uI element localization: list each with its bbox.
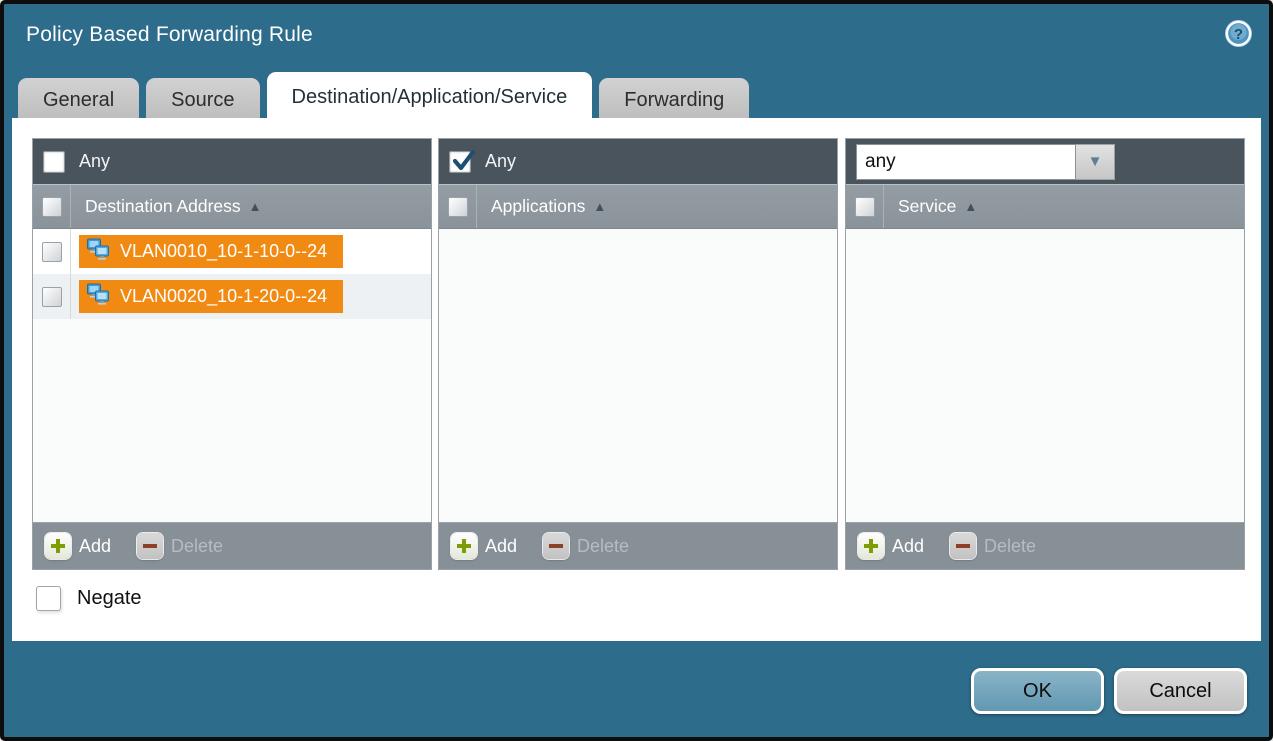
delete-button: Delete — [543, 533, 629, 559]
dialog-footer: OK Cancel — [971, 668, 1247, 714]
destination-address-entry[interactable]: VLAN0010_10-1-10-0--24 — [79, 235, 343, 268]
applications-list — [439, 229, 837, 522]
applications-select-all-checkbox[interactable] — [448, 197, 468, 217]
destination-select-all-checkbox[interactable] — [42, 197, 62, 217]
applications-any-label: Any — [485, 151, 516, 172]
service-dropdown[interactable]: any ▼ — [856, 144, 1115, 180]
cancel-button[interactable]: Cancel — [1114, 668, 1247, 714]
delete-button: Delete — [950, 533, 1036, 559]
destination-address-entry[interactable]: VLAN0020_10-1-20-0--24 — [79, 280, 343, 313]
service-column: any ▼ Service ▲ Add — [845, 138, 1245, 570]
service-dropdown-value[interactable]: any — [856, 144, 1076, 180]
destination-column-header[interactable]: Destination Address ▲ — [33, 184, 431, 229]
destination-any-label: Any — [79, 151, 110, 172]
add-button[interactable]: Add — [858, 533, 924, 559]
svg-text:?: ? — [1234, 26, 1243, 43]
destination-any-checkbox[interactable] — [43, 151, 65, 173]
applications-any-bar: Any — [439, 139, 837, 184]
destination-address-list: VLAN0010_10-1-10-0--24 — [33, 229, 431, 522]
destination-any-bar: Any — [33, 139, 431, 184]
negate-checkbox[interactable] — [36, 586, 61, 611]
service-header-label: Service — [898, 196, 956, 217]
service-select-all-checkbox[interactable] — [855, 197, 875, 217]
add-button[interactable]: Add — [451, 533, 517, 559]
row-checkbox[interactable] — [42, 287, 62, 307]
network-address-icon — [86, 238, 111, 265]
destination-address-label: VLAN0020_10-1-20-0--24 — [120, 286, 327, 307]
applications-any-checkbox[interactable] — [449, 151, 471, 173]
destination-toolbar: Add Delete — [33, 522, 431, 569]
negate-option: Negate — [36, 586, 142, 611]
negate-label: Negate — [77, 587, 142, 610]
tab-content-panel: Any Destination Address ▲ — [12, 118, 1261, 641]
chevron-down-icon[interactable]: ▼ — [1076, 144, 1115, 180]
tab-general[interactable]: General — [18, 78, 139, 122]
applications-toolbar: Add Delete — [439, 522, 837, 569]
tab-destination-application-service[interactable]: Destination/Application/Service — [267, 72, 593, 122]
delete-button: Delete — [137, 533, 223, 559]
table-row[interactable]: VLAN0010_10-1-10-0--24 — [33, 229, 431, 274]
applications-column: Any Applications ▲ Add — [438, 138, 838, 570]
policy-based-forwarding-dialog: Policy Based Forwarding Rule ? General S… — [0, 0, 1273, 741]
dialog-title: Policy Based Forwarding Rule — [26, 23, 313, 47]
destination-header-label: Destination Address — [85, 196, 241, 217]
minus-icon — [950, 533, 976, 559]
service-column-header[interactable]: Service ▲ — [846, 184, 1244, 229]
help-icon[interactable]: ? — [1224, 19, 1253, 48]
plus-icon — [858, 533, 884, 559]
sort-ascending-icon: ▲ — [249, 199, 262, 214]
add-button[interactable]: Add — [45, 533, 111, 559]
destination-address-column: Any Destination Address ▲ — [32, 138, 432, 570]
sort-ascending-icon: ▲ — [964, 199, 977, 214]
plus-icon — [451, 533, 477, 559]
applications-header-label: Applications — [491, 196, 585, 217]
service-toolbar: Add Delete — [846, 522, 1244, 569]
service-list — [846, 229, 1244, 522]
applications-column-header[interactable]: Applications ▲ — [439, 184, 837, 229]
table-row[interactable]: VLAN0020_10-1-20-0--24 — [33, 274, 431, 319]
minus-icon — [137, 533, 163, 559]
ok-button[interactable]: OK — [971, 668, 1104, 714]
tab-source[interactable]: Source — [146, 78, 259, 122]
destination-address-label: VLAN0010_10-1-10-0--24 — [120, 241, 327, 262]
network-address-icon — [86, 283, 111, 310]
minus-icon — [543, 533, 569, 559]
tab-bar: General Source Destination/Application/S… — [18, 72, 749, 122]
plus-icon — [45, 533, 71, 559]
service-any-bar: any ▼ — [846, 139, 1244, 184]
sort-ascending-icon: ▲ — [593, 199, 606, 214]
tab-forwarding[interactable]: Forwarding — [599, 78, 749, 122]
row-checkbox[interactable] — [42, 242, 62, 262]
